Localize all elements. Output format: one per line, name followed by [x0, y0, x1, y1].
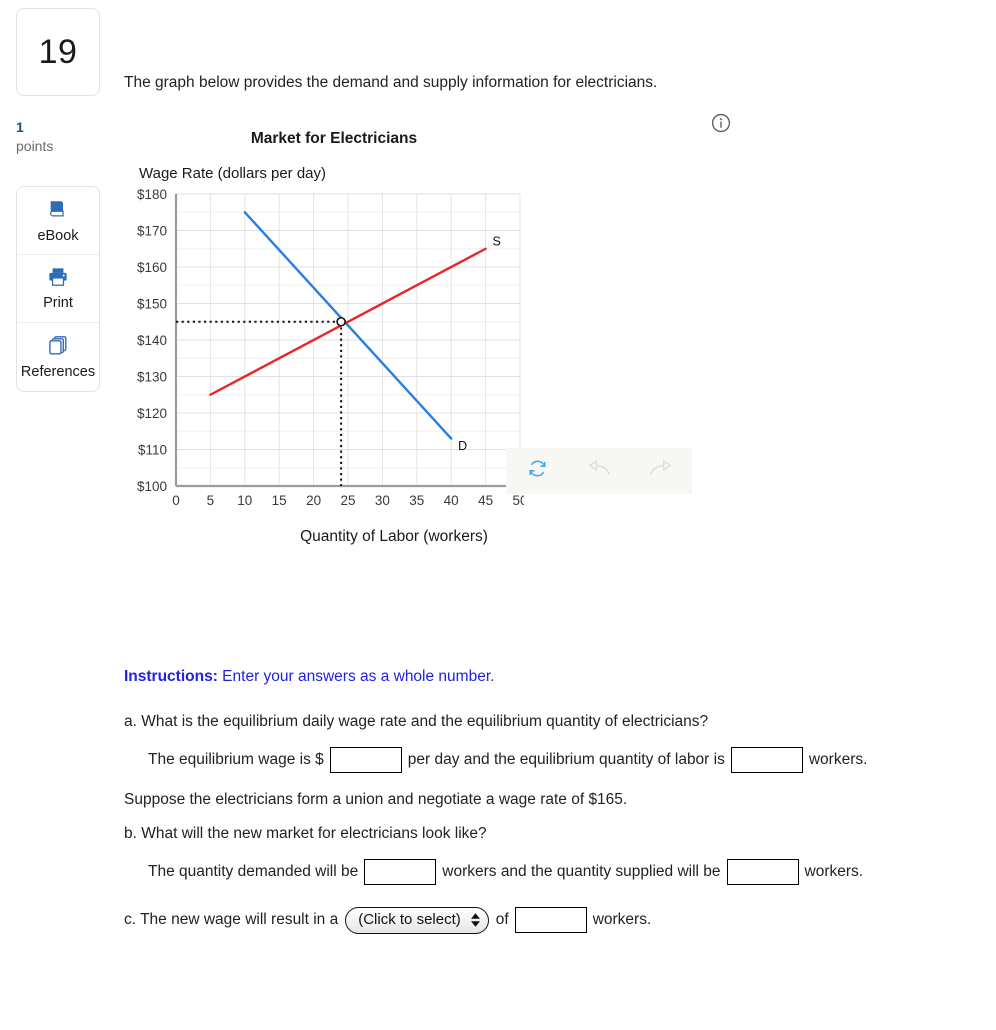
svg-text:5: 5 — [207, 493, 215, 508]
part-c-tail-text: workers. — [592, 911, 652, 929]
reset-button[interactable] — [506, 448, 568, 494]
chart-y-tick-labels: $100 $110 $120 $130 $140 $150 $160 $170 $180 — [137, 187, 167, 494]
undo-icon — [586, 458, 612, 485]
svg-text:15: 15 — [272, 493, 287, 508]
redo-button[interactable] — [630, 448, 692, 494]
svg-text:$170: $170 — [137, 224, 167, 239]
quantity-supplied-input[interactable] — [726, 858, 799, 885]
print-button[interactable]: Print — [17, 254, 99, 323]
svg-text:S: S — [492, 234, 500, 248]
question-sidebar: 19 1 points eBook Print References — [16, 8, 100, 392]
part-b-question: b. What will the new market for electric… — [124, 824, 487, 842]
svg-text:50: 50 — [512, 493, 524, 508]
part-a-answer-row: The equilibrium wage is $ per day and th… — [124, 746, 996, 773]
equilibrium-quantity-input[interactable] — [730, 746, 803, 773]
chevron-updown-icon — [470, 913, 480, 927]
part-c-lead-text: c. The new wage will result in a — [124, 911, 339, 929]
svg-text:D: D — [458, 439, 467, 453]
part-b-tail-text: workers. — [804, 862, 864, 880]
svg-text:$180: $180 — [137, 187, 167, 202]
shortage-surplus-amount-input[interactable] — [514, 907, 587, 934]
instructions-text: Enter your answers as a whole number. — [217, 668, 495, 685]
part-a-tail-text: workers. — [808, 750, 868, 768]
part-c-mid-text: of — [495, 911, 509, 929]
svg-text:$150: $150 — [137, 297, 167, 312]
svg-text:40: 40 — [444, 493, 459, 508]
question-number-box: 19 — [16, 8, 100, 96]
question-prompt: The graph below provides the demand and … — [124, 74, 658, 91]
svg-text:45: 45 — [478, 493, 493, 508]
instructions-line: Instructions: Enter your answers as a wh… — [124, 668, 996, 687]
svg-text:35: 35 — [409, 493, 424, 508]
quantity-demanded-input[interactable] — [364, 858, 437, 885]
copy-icon — [47, 334, 69, 361]
union-note: Suppose the electricians form a union an… — [124, 790, 628, 808]
chart-equilibrium-annotation — [176, 320, 343, 486]
printer-icon — [47, 267, 69, 292]
shortage-surplus-select[interactable]: (Click to select) — [345, 906, 489, 934]
svg-text:$110: $110 — [138, 443, 167, 458]
chart-title: Market for Electricians — [250, 130, 418, 147]
svg-text:0: 0 — [172, 493, 180, 508]
svg-text:$120: $120 — [137, 406, 167, 421]
part-a-question: a. What is the equilibrium daily wage ra… — [124, 712, 709, 730]
part-a-lead-text: The equilibrium wage is $ — [148, 750, 324, 768]
redo-icon — [648, 458, 674, 485]
info-icon[interactable] — [710, 112, 734, 136]
part-c-answer-row: c. The new wage will result in a (Click … — [124, 906, 996, 934]
undo-button[interactable] — [568, 448, 630, 494]
ebook-button[interactable]: eBook — [17, 186, 99, 255]
svg-text:25: 25 — [340, 493, 355, 508]
points-value: 1 — [16, 119, 24, 135]
tool-button-stack: eBook Print References — [16, 185, 100, 392]
market-chart: Market for Electricians Wage Rate (dolla… — [124, 124, 692, 574]
part-b-mid-text: workers and the quantity supplied will b… — [442, 862, 721, 880]
references-button[interactable]: References — [17, 322, 99, 391]
instructions-label: Instructions: — [124, 668, 218, 685]
svg-text:$140: $140 — [137, 333, 167, 348]
chart-x-axis-label: Quantity of Labor (workers) — [300, 528, 488, 545]
svg-text:30: 30 — [375, 493, 390, 508]
shortage-surplus-select-wrapper: (Click to select) — [345, 906, 489, 934]
question-number: 19 — [38, 32, 78, 71]
reset-icon — [526, 457, 549, 485]
svg-text:20: 20 — [306, 493, 321, 508]
part-a-mid-text: per day and the equilibrium quantity of … — [407, 750, 725, 768]
chart-x-tick-labels: 0 5 10 15 20 25 30 35 40 45 50 — [172, 493, 524, 508]
svg-text:$100: $100 — [137, 479, 167, 494]
chart-gridlines-major — [176, 193, 521, 486]
references-label: References — [20, 364, 96, 381]
svg-text:10: 10 — [237, 493, 252, 508]
graph-toolbar — [506, 448, 692, 494]
equilibrium-wage-input[interactable] — [329, 746, 402, 773]
book-icon — [47, 198, 69, 225]
select-value-text: (Click to select) — [358, 911, 461, 929]
print-label: Print — [43, 294, 73, 311]
answer-block: Instructions: Enter your answers as a wh… — [124, 668, 996, 952]
part-b-lead-text: The quantity demanded will be — [148, 862, 359, 880]
svg-text:$130: $130 — [137, 370, 167, 385]
part-b-answer-row: The quantity demanded will be workers an… — [124, 858, 996, 885]
points-display: 1 points — [16, 118, 100, 156]
svg-text:$160: $160 — [137, 260, 167, 275]
ebook-label: eBook — [37, 227, 79, 244]
points-label: points — [16, 137, 54, 154]
chart-plot-area: $100 $110 $120 $130 $140 $150 $160 $170 $180 0 5 1… — [137, 187, 524, 508]
chart-y-axis-label: Wage Rate (dollars per day) — [139, 165, 327, 182]
